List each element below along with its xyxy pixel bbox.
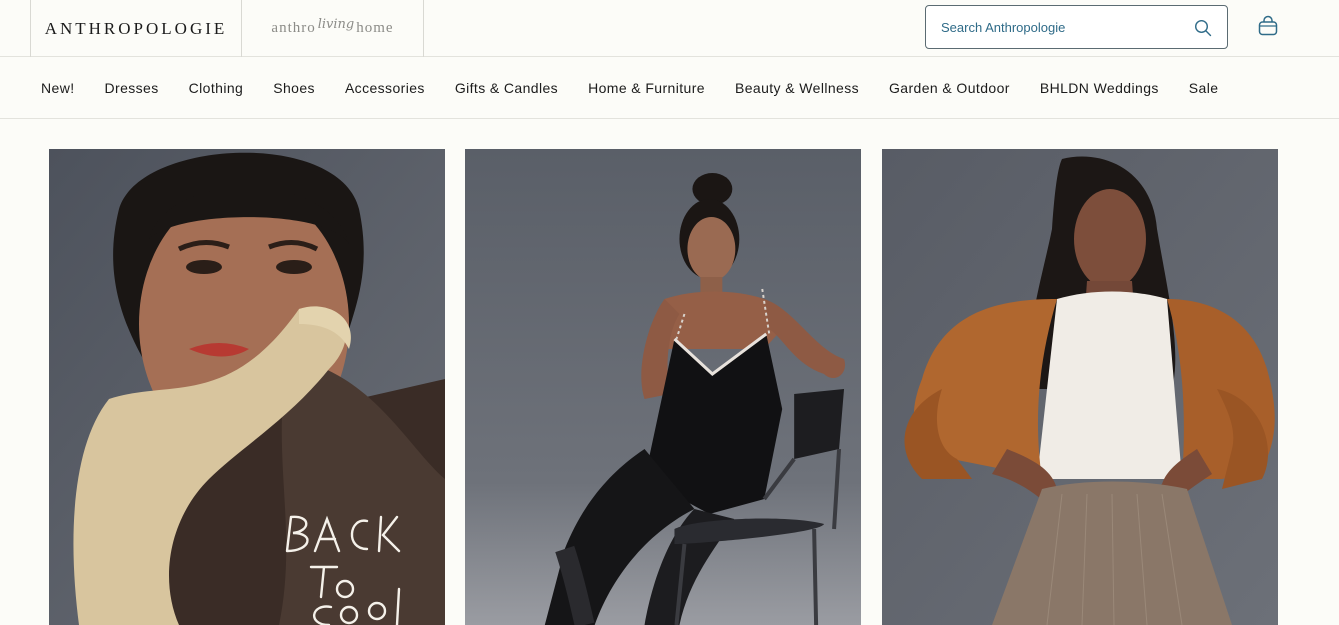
search-input[interactable]: [926, 19, 1181, 35]
living-home-word3: home: [356, 20, 394, 36]
main-nav: New! Dresses Clothing Shoes Accessories …: [0, 58, 1339, 119]
hero-image-shearling: [49, 149, 445, 625]
hero-tile-slip-dress[interactable]: [465, 149, 861, 625]
hero-tile-shearling-jacket[interactable]: [49, 149, 445, 625]
brand-logo: ANTHROPOLOGIE: [44, 18, 228, 38]
brand-logo-link[interactable]: ANTHROPOLOGIE: [30, 0, 242, 57]
nav-item-new[interactable]: New!: [26, 80, 90, 96]
top-header: ANTHROPOLOGIE anthro living home: [0, 0, 1339, 57]
living-home-link[interactable]: anthro living home: [242, 0, 424, 57]
hero-image-leather-jacket: [882, 149, 1278, 625]
nav-item-shoes[interactable]: Shoes: [258, 80, 330, 96]
living-home-word2: living: [317, 17, 355, 32]
shopping-bag-icon[interactable]: [1256, 14, 1280, 38]
search-box: [925, 5, 1228, 49]
nav-item-bhldn-weddings[interactable]: BHLDN Weddings: [1025, 80, 1174, 96]
nav-item-home-furniture[interactable]: Home & Furniture: [573, 80, 720, 96]
nav-item-accessories[interactable]: Accessories: [330, 80, 440, 96]
nav-item-gifts-candles[interactable]: Gifts & Candles: [440, 80, 573, 96]
nav-item-dresses[interactable]: Dresses: [90, 80, 174, 96]
nav-item-clothing[interactable]: Clothing: [174, 80, 259, 96]
nav-item-beauty-wellness[interactable]: Beauty & Wellness: [720, 80, 874, 96]
nav-item-sale[interactable]: Sale: [1174, 80, 1234, 96]
search-icon[interactable]: [1193, 18, 1213, 38]
hero-image-slip-dress: [465, 149, 861, 625]
living-home-word1: anthro: [271, 20, 316, 36]
hero-tile-leather-jacket[interactable]: [882, 149, 1278, 625]
nav-item-garden-outdoor[interactable]: Garden & Outdoor: [874, 80, 1025, 96]
